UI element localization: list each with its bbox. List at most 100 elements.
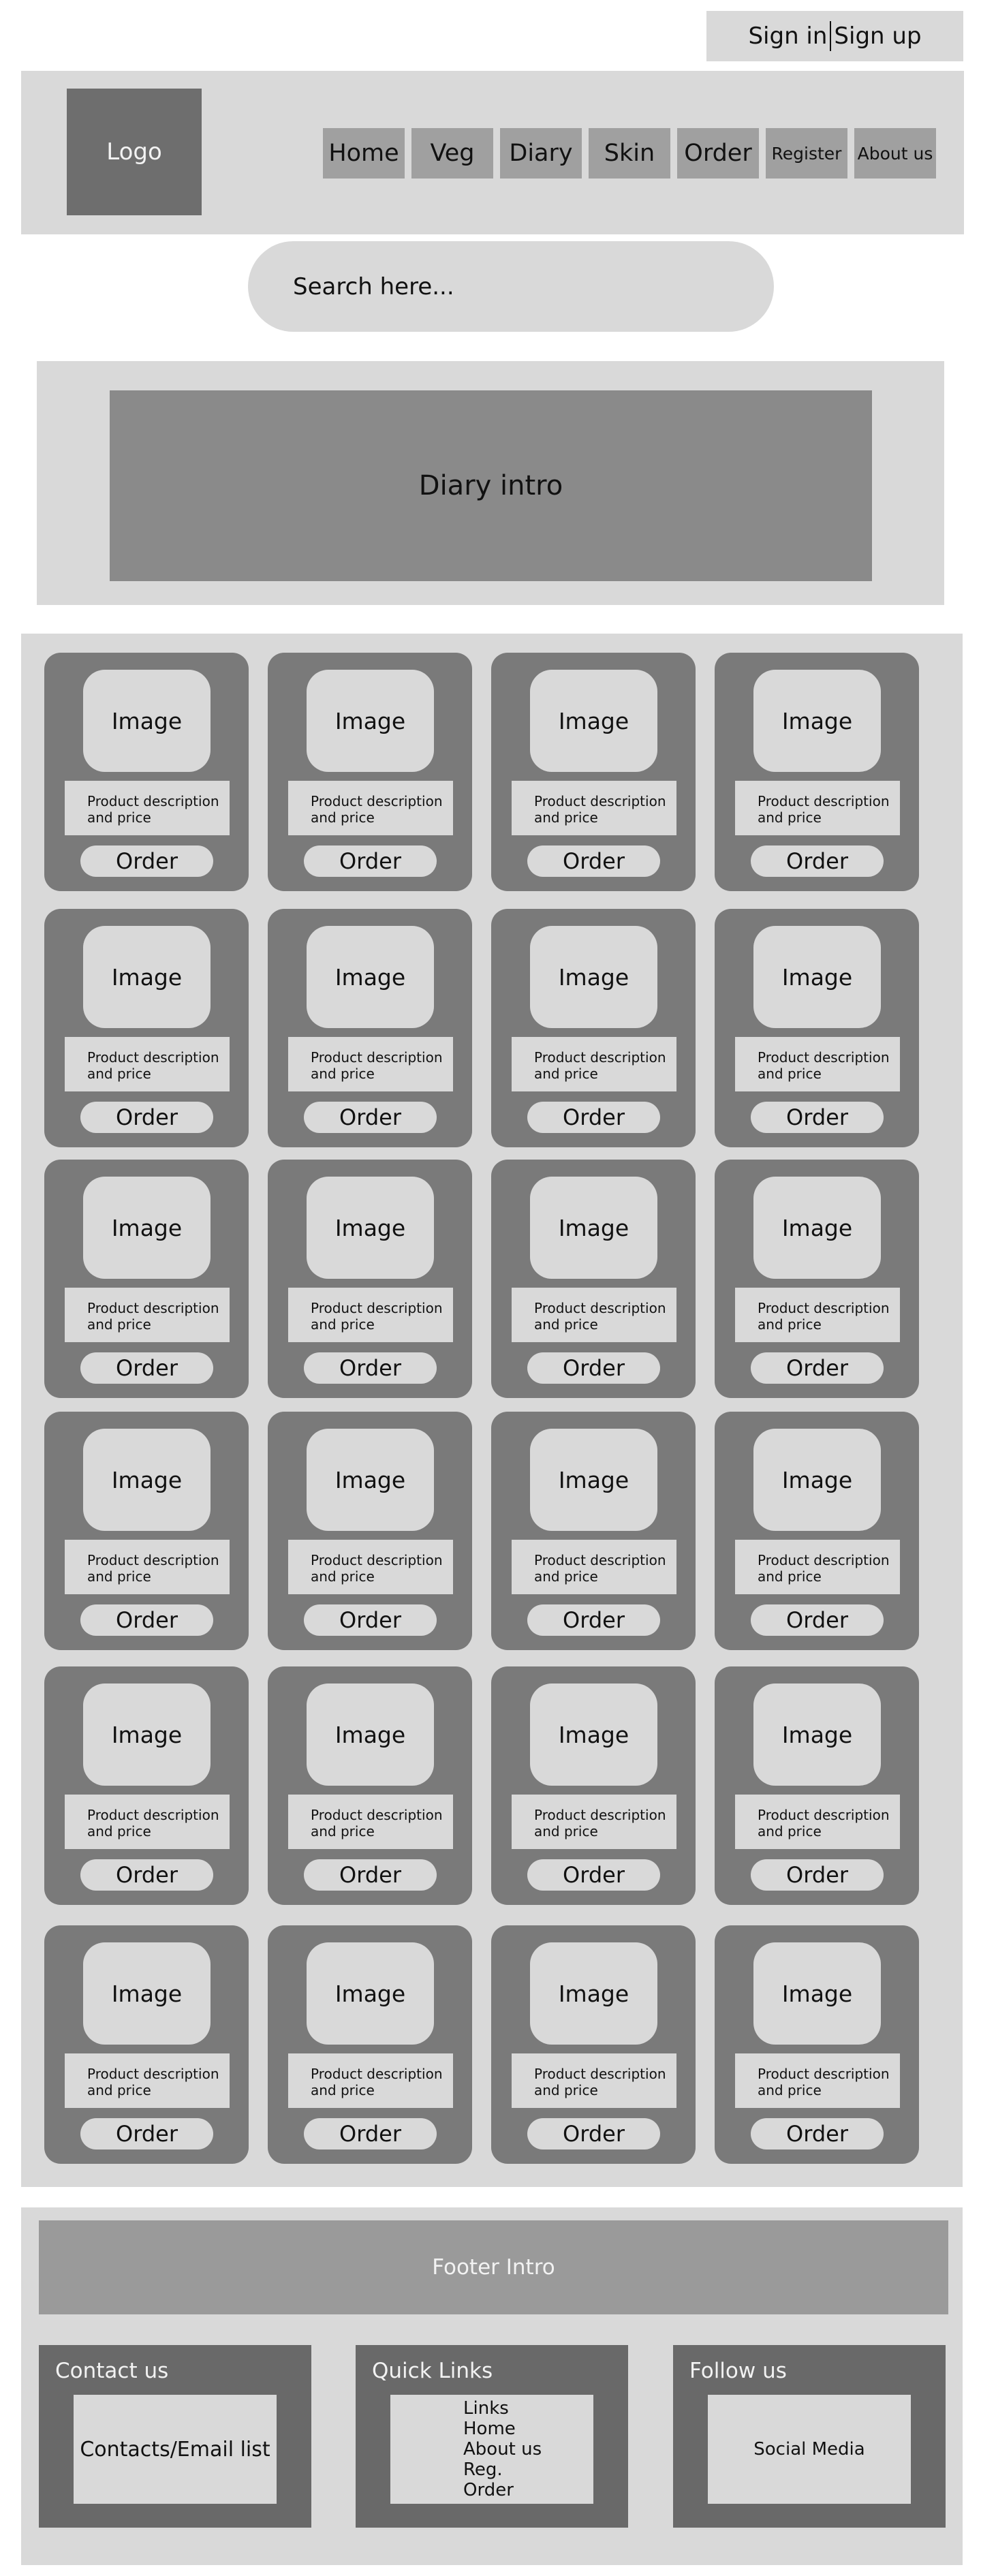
nav-veg[interactable]: Veg xyxy=(411,128,493,179)
product-card[interactable]: Image Product description and price Order xyxy=(44,1412,249,1650)
order-button[interactable]: Order xyxy=(751,1102,884,1133)
search-input[interactable]: Search here... xyxy=(248,241,774,332)
order-button[interactable]: Order xyxy=(527,1102,660,1133)
order-button[interactable]: Order xyxy=(304,845,437,877)
product-card[interactable]: Image Product description and price Order xyxy=(268,1666,472,1905)
product-description: Product description and price xyxy=(512,1795,676,1849)
product-image[interactable]: Image xyxy=(530,670,657,772)
product-image[interactable]: Image xyxy=(753,1942,881,2045)
product-image[interactable]: Image xyxy=(307,1942,434,2045)
product-price-line: and price xyxy=(311,809,375,826)
nav-diary[interactable]: Diary xyxy=(500,128,582,179)
product-card[interactable]: Image Product description and price Order xyxy=(715,909,919,1147)
product-description-line: Product description xyxy=(758,1552,890,1568)
order-button[interactable]: Order xyxy=(751,2118,884,2150)
order-button[interactable]: Order xyxy=(527,2118,660,2150)
nav-about-us[interactable]: About us xyxy=(854,128,936,179)
product-card[interactable]: Image Product description and price Order xyxy=(44,1666,249,1905)
product-card[interactable]: Image Product description and price Order xyxy=(44,1160,249,1398)
product-image[interactable]: Image xyxy=(753,1177,881,1279)
nav-skin[interactable]: Skin xyxy=(589,128,670,179)
product-card[interactable]: Image Product description and price Order xyxy=(268,653,472,891)
product-image[interactable]: Image xyxy=(307,1683,434,1786)
product-image[interactable]: Image xyxy=(530,1429,657,1531)
footer-link-links[interactable]: Links xyxy=(463,2398,509,2419)
order-button[interactable]: Order xyxy=(80,845,213,877)
product-price-line: and price xyxy=(758,809,822,826)
product-card[interactable]: Image Product description and price Order xyxy=(491,653,696,891)
product-image[interactable]: Image xyxy=(753,670,881,772)
social-media-box[interactable]: Social Media xyxy=(708,2395,911,2504)
nav-order[interactable]: Order xyxy=(677,128,759,179)
product-card[interactable]: Image Product description and price Order xyxy=(268,909,472,1147)
product-image[interactable]: Image xyxy=(530,1683,657,1786)
product-image[interactable]: Image xyxy=(753,1683,881,1786)
product-card[interactable]: Image Product description and price Order xyxy=(44,909,249,1147)
order-button[interactable]: Order xyxy=(80,1604,213,1636)
product-price-line: and price xyxy=(758,2082,822,2098)
order-button[interactable]: Order xyxy=(751,845,884,877)
nav-home[interactable]: Home xyxy=(323,128,405,179)
product-card[interactable]: Image Product description and price Order xyxy=(44,1925,249,2164)
order-button[interactable]: Order xyxy=(80,1859,213,1891)
sign-in-link[interactable]: Sign in xyxy=(748,22,827,50)
product-image[interactable]: Image xyxy=(307,926,434,1028)
order-button[interactable]: Order xyxy=(80,1102,213,1133)
footer-link-reg[interactable]: Reg. xyxy=(463,2459,503,2480)
product-description-line: Product description xyxy=(534,793,666,809)
order-button[interactable]: Order xyxy=(527,1859,660,1891)
order-button[interactable]: Order xyxy=(304,2118,437,2150)
product-image[interactable]: Image xyxy=(307,1177,434,1279)
logo[interactable]: Logo xyxy=(67,89,202,215)
product-image[interactable]: Image xyxy=(83,1429,211,1531)
order-button[interactable]: Order xyxy=(527,845,660,877)
footer-link-home[interactable]: Home xyxy=(463,2419,516,2439)
product-image[interactable]: Image xyxy=(83,1942,211,2045)
product-card[interactable]: Image Product description and price Order xyxy=(268,1925,472,2164)
footer-link-order[interactable]: Order xyxy=(463,2480,514,2500)
product-image[interactable]: Image xyxy=(530,926,657,1028)
product-card[interactable]: Image Product description and price Order xyxy=(715,653,919,891)
order-button[interactable]: Order xyxy=(80,1352,213,1384)
order-button[interactable]: Order xyxy=(527,1352,660,1384)
product-card[interactable]: Image Product description and price Order xyxy=(491,1925,696,2164)
product-description: Product description and price xyxy=(512,781,676,835)
order-button[interactable]: Order xyxy=(751,1352,884,1384)
product-image[interactable]: Image xyxy=(307,670,434,772)
order-button[interactable]: Order xyxy=(751,1604,884,1636)
product-price-line: and price xyxy=(758,1066,822,1082)
contact-list[interactable]: Contacts/Email list xyxy=(74,2395,277,2504)
product-price-line: and price xyxy=(534,2082,598,2098)
product-image[interactable]: Image xyxy=(83,670,211,772)
product-card[interactable]: Image Product description and price Order xyxy=(44,653,249,891)
order-button[interactable]: Order xyxy=(304,1352,437,1384)
product-card[interactable]: Image Product description and price Order xyxy=(715,1666,919,1905)
product-card[interactable]: Image Product description and price Order xyxy=(491,1160,696,1398)
sign-up-link[interactable]: Sign up xyxy=(834,22,921,50)
product-image[interactable]: Image xyxy=(530,1942,657,2045)
product-card[interactable]: Image Product description and price Order xyxy=(715,1160,919,1398)
product-image[interactable]: Image xyxy=(83,926,211,1028)
product-image[interactable]: Image xyxy=(83,1177,211,1279)
product-card[interactable]: Image Product description and price Order xyxy=(491,1666,696,1905)
nav-register[interactable]: Register xyxy=(766,128,847,179)
order-button[interactable]: Order xyxy=(304,1102,437,1133)
product-image[interactable]: Image xyxy=(83,1683,211,1786)
product-card[interactable]: Image Product description and price Order xyxy=(491,909,696,1147)
order-button[interactable]: Order xyxy=(527,1604,660,1636)
product-description: Product description and price xyxy=(512,1288,676,1342)
order-button[interactable]: Order xyxy=(304,1604,437,1636)
product-image[interactable]: Image xyxy=(530,1177,657,1279)
product-card[interactable]: Image Product description and price Order xyxy=(491,1412,696,1650)
product-image[interactable]: Image xyxy=(753,1429,881,1531)
product-card[interactable]: Image Product description and price Order xyxy=(715,1412,919,1650)
product-image[interactable]: Image xyxy=(307,1429,434,1531)
order-button[interactable]: Order xyxy=(80,2118,213,2150)
product-image[interactable]: Image xyxy=(753,926,881,1028)
footer-link-about-us[interactable]: About us xyxy=(463,2439,542,2459)
order-button[interactable]: Order xyxy=(304,1859,437,1891)
product-card[interactable]: Image Product description and price Order xyxy=(268,1412,472,1650)
product-card[interactable]: Image Product description and price Order xyxy=(268,1160,472,1398)
order-button[interactable]: Order xyxy=(751,1859,884,1891)
product-card[interactable]: Image Product description and price Order xyxy=(715,1925,919,2164)
